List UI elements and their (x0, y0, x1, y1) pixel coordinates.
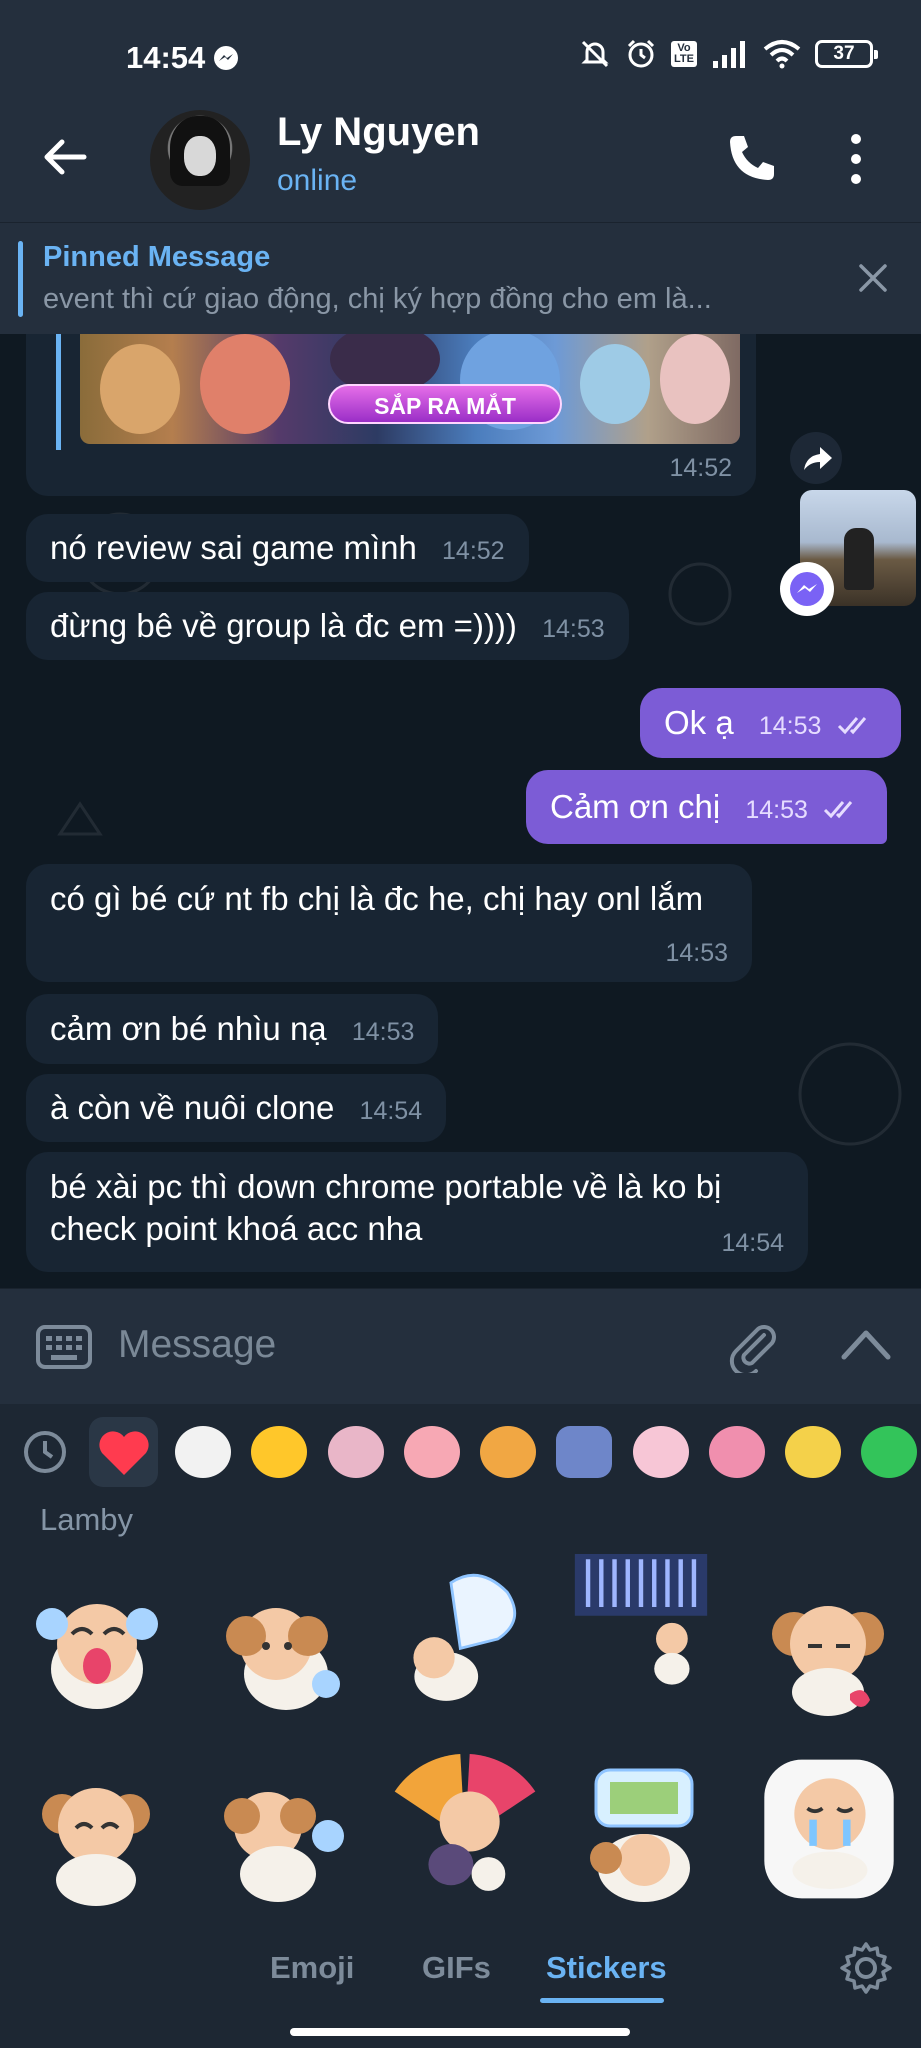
message-input-bar (0, 1288, 921, 1404)
active-tab-indicator (540, 1998, 664, 2003)
message-bubble-incoming[interactable]: đừng bê về group là đc em =)))) 14:53 (26, 592, 629, 660)
sticker-item[interactable] (206, 1764, 356, 1914)
volte-icon: Vo LTE (671, 41, 697, 67)
banner-label: SẮP RA MẮT (328, 384, 562, 424)
sticker-pack-6[interactable] (476, 1420, 539, 1484)
message-text: nó review sai game mình (50, 529, 417, 566)
game-banner-image[interactable]: SẮP RA MẮT (80, 334, 740, 444)
chat-messages[interactable]: SẮP RA MẮT 14:52 nó review sai game mình… (0, 334, 921, 1288)
sticker-pack-5[interactable] (400, 1420, 463, 1484)
pinned-title: Pinned Message (43, 241, 271, 273)
message-text: à còn về nuôi clone (50, 1089, 335, 1126)
messenger-notification-icon (214, 46, 238, 70)
sticker-pack-2[interactable] (171, 1420, 234, 1484)
share-button[interactable] (790, 432, 842, 484)
message-time: 14:53 (758, 712, 822, 740)
sticker-item[interactable] (566, 1760, 716, 1910)
message-text: cảm ơn bé nhìu nạ (50, 1010, 327, 1047)
message-time: 14:53 (542, 615, 605, 643)
read-receipt-icon (837, 717, 866, 735)
message-bubble-incoming[interactable]: bé xài pc thì down chrome portable về là… (26, 1152, 808, 1272)
message-time: 14:53 (745, 796, 808, 824)
attach-paperclip-icon[interactable] (726, 1319, 780, 1373)
message-time: 14:53 (351, 1018, 415, 1046)
forward-arrow-icon (804, 447, 832, 470)
read-receipt-icon (824, 801, 853, 819)
more-options-icon[interactable] (846, 132, 866, 186)
message-bubble-incoming[interactable]: cảm ơn bé nhìu nạ 14:53 (26, 994, 439, 1064)
tab-stickers[interactable]: Stickers (546, 1950, 667, 1986)
message-bubble-incoming[interactable]: nó review sai game mình 14:52 (26, 514, 529, 582)
message-input[interactable] (118, 1313, 678, 1377)
message-time: 14:52 (442, 537, 505, 565)
message-bubble-incoming[interactable]: à còn về nuôi clone 14:54 (26, 1074, 447, 1142)
message-time: 14:53 (665, 939, 728, 967)
pinned-message-bar[interactable]: Pinned Message event thì cứ giao động, c… (0, 222, 921, 334)
status-time: 14:54 (126, 40, 206, 75)
sticker-pack-8[interactable] (629, 1420, 692, 1484)
reply-quote-bar (56, 334, 61, 450)
contact-avatar[interactable] (150, 110, 250, 210)
status-bar: 14:54 Vo LTE 37 (0, 0, 921, 110)
gear-icon[interactable] (838, 1940, 894, 1996)
sticker-pack-7[interactable] (553, 1420, 616, 1484)
home-indicator[interactable] (290, 2028, 630, 2036)
sticker-item[interactable] (390, 1564, 540, 1714)
sticker-pack-duck[interactable] (248, 1420, 311, 1484)
message-text: có gì bé cứ nt fb chị là đc he, chị hay … (50, 880, 704, 917)
message-text: Ok ạ (664, 704, 734, 741)
message-text: bé xài pc thì down chrome portable về là… (50, 1168, 722, 1247)
chevron-up-icon[interactable] (840, 1325, 892, 1365)
mute-bell-icon (581, 40, 609, 68)
sticker-item[interactable] (206, 1574, 356, 1724)
contact-status: online (277, 164, 358, 197)
back-arrow-icon[interactable] (40, 132, 90, 182)
tab-emoji[interactable]: Emoji (270, 1950, 354, 1986)
sticker-pack-heart[interactable] (89, 1417, 159, 1487)
heart-icon (99, 1431, 149, 1475)
sticker-pack-4[interactable] (324, 1420, 387, 1484)
message-time: 14:54 (359, 1097, 423, 1125)
contact-name[interactable]: Ly Nguyen (277, 110, 480, 155)
sticker-pack-11[interactable] (858, 1420, 921, 1484)
sticker-item[interactable] (22, 1764, 172, 1914)
message-text: đừng bê về group là đc em =)))) (50, 607, 517, 644)
recent-stickers-tab[interactable] (13, 1420, 76, 1484)
chat-header: Ly Nguyen online (0, 110, 921, 222)
sticker-item[interactable] (754, 1754, 904, 1904)
sticker-item[interactable] (22, 1574, 172, 1724)
messenger-badge-icon (780, 562, 834, 616)
wifi-icon (763, 40, 801, 69)
phone-call-icon[interactable] (726, 132, 778, 184)
sticker-pack-9[interactable] (705, 1420, 768, 1484)
sticker-item[interactable] (390, 1754, 540, 1904)
tab-gifs[interactable]: GIFs (422, 1950, 491, 1986)
signal-icon (713, 41, 745, 68)
sticker-item[interactable] (566, 1554, 716, 1704)
message-bubble-incoming[interactable]: có gì bé cứ nt fb chị là đc he, chị hay … (26, 864, 752, 982)
message-time: 14:54 (721, 1229, 784, 1257)
close-pinned-icon[interactable] (857, 262, 889, 294)
message-bubble-outgoing[interactable]: Ok ạ 14:53 (640, 688, 901, 758)
sticker-pack-10[interactable] (781, 1420, 844, 1484)
panel-tab-bar: Emoji GIFs Stickers (0, 1916, 921, 2048)
message-text: Cảm ơn chị (550, 788, 721, 825)
message-time: 14:52 (669, 454, 732, 482)
keyboard-icon[interactable] (36, 1325, 92, 1369)
alarm-icon (627, 39, 655, 68)
battery-icon: 37 (815, 40, 878, 68)
pinned-accent-bar (18, 241, 23, 317)
image-message[interactable]: SẮP RA MẮT 14:52 (26, 334, 756, 496)
sticker-pack-name: Lamby (40, 1502, 134, 1537)
message-bubble-outgoing[interactable]: Cảm ơn chị 14:53 (526, 770, 888, 844)
clock-icon (23, 1431, 66, 1473)
sticker-pack-strip[interactable] (0, 1404, 921, 1500)
pinned-text: event thì cứ giao động, chị ký hợp đồng … (43, 283, 712, 315)
sticker-item[interactable] (754, 1574, 904, 1724)
